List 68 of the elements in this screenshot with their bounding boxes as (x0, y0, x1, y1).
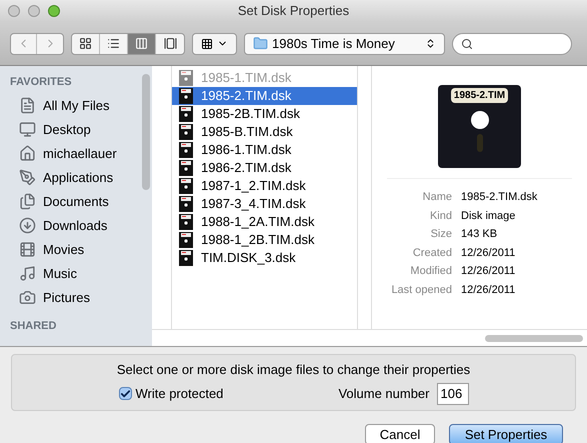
info-label: Size (430, 227, 452, 242)
file-row[interactable]: 1986-1.TIM.dsk (172, 141, 357, 159)
grid-icon (201, 38, 213, 50)
documents-icon (19, 193, 36, 210)
sidebar-item[interactable]: Movies (0, 238, 140, 262)
disk-hub-hole (470, 111, 488, 129)
disk-label: 1985-2.TIM (450, 88, 508, 103)
file-row[interactable]: 1988-1_2B.TIM.dsk (172, 231, 357, 249)
info-value: 12/26/2011 (461, 282, 516, 298)
sidebar-item[interactable]: Documents (0, 190, 140, 214)
view-mode-icon (79, 37, 92, 50)
sidebar-item[interactable]: Music (0, 262, 140, 286)
search-field[interactable] (452, 32, 572, 54)
volume-field[interactable]: 106 (436, 382, 468, 404)
disk-slot (476, 134, 482, 152)
file-row[interactable]: 1985-B.TIM.dsk (172, 123, 357, 141)
cancel-button[interactable]: Cancel (365, 424, 435, 443)
view-mode-icon (107, 37, 120, 50)
file-row[interactable]: 1986-2.TIM.dsk (172, 159, 357, 177)
info-value: 12/26/2011 (461, 246, 516, 260)
info-label: Last opened (390, 282, 452, 298)
view-mode-icon (135, 37, 148, 50)
sidebar-item[interactable]: Desktop (0, 118, 140, 142)
info-value: Disk image (461, 208, 516, 224)
file-row[interactable]: 1987-3_4.TIM.dsk (172, 195, 357, 213)
music-note-icon (19, 265, 36, 282)
checkbox-label: Write protected (136, 384, 224, 403)
info-label: Modified (409, 264, 452, 279)
window-title: Set Disk Properties (238, 2, 350, 20)
volume-label: Volume number (338, 384, 430, 403)
search-icon (461, 38, 473, 50)
file-row[interactable]: 1988-1_2A.TIM.dsk (172, 213, 357, 231)
monitor-icon (19, 121, 36, 138)
write-protected-checkbox[interactable] (118, 387, 132, 400)
location-popup[interactable]: 1980s Time is Money (244, 32, 445, 54)
camera-icon (19, 289, 36, 306)
folder-icon (253, 36, 268, 51)
section-heading: FAVORITES (9, 75, 73, 90)
info-label: Created (412, 246, 452, 260)
view-mode-icon (164, 37, 176, 50)
info-label: Kind (428, 208, 452, 224)
minimize-button[interactable] (28, 5, 40, 17)
section-heading: SHARED (9, 318, 58, 334)
house-icon (19, 145, 36, 162)
pen-icon (19, 169, 36, 186)
sidebar-item[interactable]: Applications (0, 166, 140, 190)
sidebar-item[interactable]: michaellauer (0, 142, 140, 166)
checkmark-icon (120, 388, 130, 400)
info-value: 12/26/2011 (461, 264, 516, 279)
sidebar-item[interactable]: Downloads (0, 214, 140, 238)
instructions-text: Select one or more disk image files to change their properties (116, 361, 470, 379)
stepper-icon[interactable] (425, 38, 436, 49)
set-properties-button[interactable]: Set Properties (449, 424, 563, 443)
close-button[interactable] (8, 5, 20, 17)
download-icon (19, 217, 36, 234)
arrange-button[interactable] (192, 32, 237, 54)
film-icon (19, 241, 36, 258)
file-row[interactable]: 1985-2.TIM.dsk (172, 87, 357, 105)
sidebar-item[interactable]: All My Files (0, 94, 140, 118)
file-row[interactable]: TIM.DISK_3.dsk (172, 249, 357, 267)
sidebar-item[interactable]: Pictures (0, 286, 140, 310)
info-value: 143 KB (461, 227, 498, 242)
document-icon (19, 97, 36, 114)
file-row[interactable]: 1985-2B.TIM.dsk (172, 105, 357, 123)
info-value: 1985-2.TIM.dsk (461, 190, 538, 205)
info-label: Name (422, 190, 452, 205)
zoom-button[interactable] (48, 5, 60, 17)
file-row[interactable]: 1987-1_2.TIM.dsk (172, 177, 357, 195)
